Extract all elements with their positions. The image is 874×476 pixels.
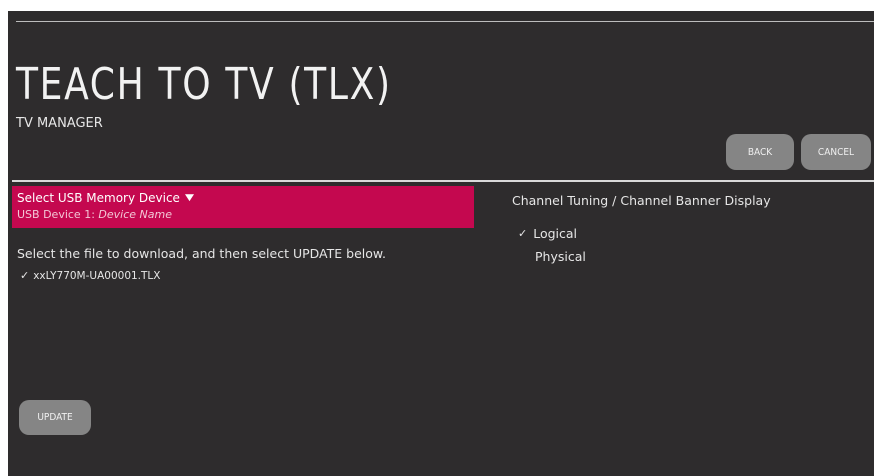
tv-screen: TEACH TO TV (TLX) TV MANAGER BACK CANCEL… xyxy=(8,11,874,476)
usb-device-select[interactable]: Select USB Memory Device ▼ USB Device 1:… xyxy=(12,186,474,228)
page-subtitle: TV MANAGER xyxy=(16,116,103,131)
file-instruction: Select the file to download, and then se… xyxy=(17,246,386,261)
chevron-down-icon: ▼ xyxy=(184,193,194,203)
update-button[interactable]: UPDATE xyxy=(19,400,91,435)
usb-device-prefix: USB Device 1: xyxy=(17,208,99,221)
usb-device-name: Device Name xyxy=(98,208,172,221)
page-title: TEACH TO TV (TLX) xyxy=(16,59,392,110)
tuning-option-physical[interactable]: Physical xyxy=(535,249,586,264)
check-icon: ✓ xyxy=(20,269,30,282)
check-icon: ✓ xyxy=(518,227,528,240)
usb-select-header: Select USB Memory Device ▼ xyxy=(17,191,194,205)
back-button[interactable]: BACK xyxy=(726,134,794,170)
file-list-item[interactable]: ✓ xxLY770M-UA00001.TLX xyxy=(20,269,160,282)
tuning-option-label: Logical xyxy=(533,226,578,241)
top-divider xyxy=(16,21,874,22)
cancel-button[interactable]: CANCEL xyxy=(801,134,871,170)
channel-tuning-title: Channel Tuning / Channel Banner Display xyxy=(512,193,771,208)
file-name: xxLY770M-UA00001.TLX xyxy=(33,269,161,282)
header-divider xyxy=(12,180,874,182)
usb-select-label: Select USB Memory Device xyxy=(17,191,180,205)
tuning-option-label: Physical xyxy=(535,249,586,264)
tuning-option-logical[interactable]: ✓ Logical xyxy=(518,226,577,241)
usb-device-line: USB Device 1: Device Name xyxy=(17,208,172,221)
